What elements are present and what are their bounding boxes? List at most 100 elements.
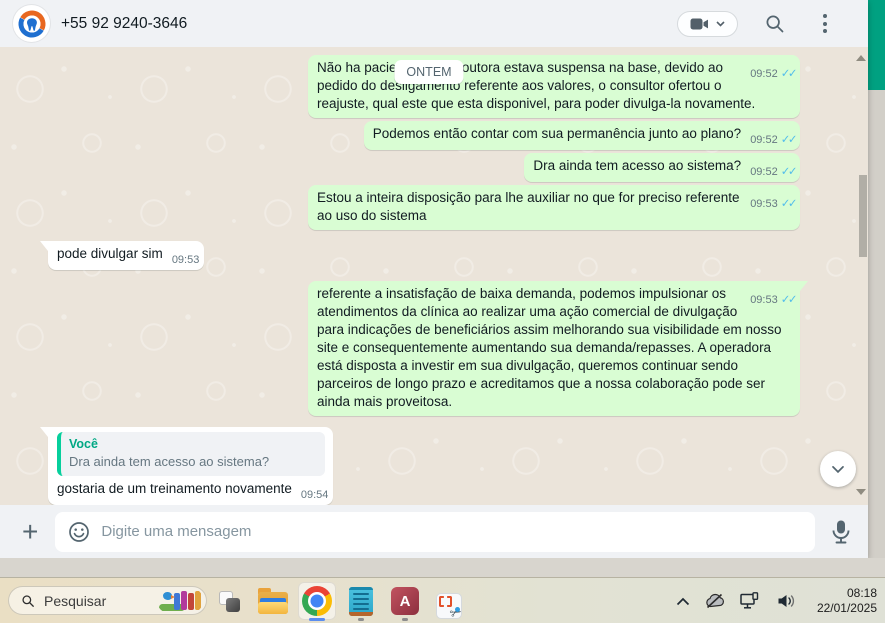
kebab-dot <box>823 29 827 33</box>
message-text: referente a insatisfação de baixa demand… <box>317 286 782 409</box>
video-call-button[interactable] <box>677 10 738 37</box>
access-button[interactable]: A <box>386 582 424 621</box>
windows-taskbar: Pesquisar A ✂ 08:18 22/01/2025 <box>0 577 885 623</box>
incoming-message-bubble[interactable]: Você Dra ainda tem acesso ao sistema? 09:5… <box>39 427 334 505</box>
message-meta: 09:52 ✓✓ <box>750 134 798 147</box>
message-meta: 09:53 ✓✓ <box>750 294 798 307</box>
task-view-button[interactable] <box>210 582 248 620</box>
message-row: 09:52 ✓✓ Dra ainda tem acesso ao sistema? <box>48 153 800 182</box>
read-ticks-icon: ✓✓ <box>780 166 798 178</box>
network-status-button[interactable] <box>740 592 762 610</box>
clock-time: 08:18 <box>846 586 877 600</box>
message-list: 09:52 ✓✓ Não ha pacientes pois doutora est… <box>0 47 868 505</box>
message-row: Você Dra ainda tem acesso ao sistema? 09:5… <box>39 427 800 505</box>
header-actions <box>677 10 838 37</box>
message-text: Podemos então contar com sua permanência… <box>372 126 742 141</box>
snipping-tool-icon: ✂ <box>436 593 465 622</box>
message-meta: 09:54 <box>301 489 329 502</box>
task-view-icon <box>218 590 240 612</box>
read-ticks-icon: ✓✓ <box>780 134 798 146</box>
search-label: Pesquisar <box>44 592 107 609</box>
chevron-up-icon <box>676 597 690 605</box>
outgoing-message-bubble[interactable]: 09:53 ✓✓ referente a insatisfação de baixa… <box>308 281 808 416</box>
message-text: gostaria de um treinamento novamente <box>57 481 292 496</box>
message-time: 09:54 <box>300 489 329 501</box>
message-input-container[interactable] <box>55 511 815 552</box>
search-in-chat-button[interactable] <box>762 11 788 37</box>
microphone-button[interactable] <box>830 519 852 545</box>
file-explorer-button[interactable] <box>254 582 292 620</box>
chevron-down-icon <box>832 466 844 474</box>
search-highlight-image <box>157 588 203 613</box>
message-meta: 09:52 ✓✓ <box>750 166 798 179</box>
snipping-tool-button[interactable]: ✂ <box>430 587 468 623</box>
kebab-dot <box>823 21 827 26</box>
contact-phone-number: +55 92 9240-3646 <box>61 14 188 32</box>
outgoing-message-bubble[interactable]: 09:52 ✓✓ Não ha pacientes pois doutora est… <box>308 55 800 118</box>
message-text: pode divulgar sim <box>57 246 163 261</box>
chevron-down-icon <box>716 20 725 27</box>
message-text: Não ha pacientes pois doutora estava sus… <box>317 60 756 111</box>
clock-date: 22/01/2025 <box>816 601 877 615</box>
scrollbar-down-arrow[interactable] <box>856 489 866 495</box>
taskbar-app-icons: A ✂ <box>210 582 468 623</box>
chat-header[interactable]: +55 92 9240-3646 <box>0 0 868 47</box>
scrollbar-up-arrow[interactable] <box>856 55 866 61</box>
message-row: 09:52 ✓✓ Podemos então contar com sua perm… <box>48 121 800 150</box>
incoming-message-bubble[interactable]: 09:53 pode divulgar sim <box>39 241 205 270</box>
taskbar-clock[interactable]: 08:18 22/01/2025 <box>817 586 877 616</box>
onedrive-slash-icon <box>706 593 724 609</box>
file-explorer-icon <box>258 588 288 614</box>
contact-avatar[interactable] <box>13 5 50 42</box>
message-input[interactable] <box>101 523 803 540</box>
background-window-green-strip <box>868 0 885 90</box>
read-ticks-icon: ✓✓ <box>780 198 798 210</box>
desktop-background-band <box>0 558 885 577</box>
read-ticks-icon: ✓✓ <box>780 294 798 306</box>
taskbar-search-box[interactable]: Pesquisar <box>8 586 207 615</box>
speaker-icon <box>778 595 794 607</box>
message-time: 09:52 <box>750 166 778 178</box>
outgoing-message-bubble[interactable]: 09:53 ✓✓ Estou a inteira disposição para l… <box>308 185 800 230</box>
chat-menu-button[interactable] <box>812 11 838 37</box>
message-time: 09:53 <box>750 198 778 210</box>
message-row: 09:53 ✓✓ referente a insatisfação de baixa… <box>48 281 808 416</box>
message-time: 09:52 <box>750 68 778 80</box>
message-time: 09:53 <box>750 294 778 306</box>
outgoing-message-bubble[interactable]: 09:52 ✓✓ Dra ainda tem acesso ao sistema? <box>524 153 800 182</box>
message-time: 09:52 <box>750 134 778 146</box>
video-camera-icon <box>690 18 708 29</box>
chrome-icon <box>302 586 332 616</box>
bird-icon <box>163 592 175 600</box>
system-tray: 08:18 22/01/2025 <box>676 578 877 623</box>
search-icon <box>766 15 784 32</box>
quote-text: Dra ainda tem acesso ao sistema? <box>69 454 270 469</box>
access-running-indicator <box>402 618 408 621</box>
message-row: 09:53 pode divulgar sim <box>39 241 800 270</box>
date-separator-badge: ONTEM <box>394 60 464 84</box>
message-row: 09:53 ✓✓ Estou a inteira disposição para l… <box>48 185 800 230</box>
onedrive-status-button[interactable] <box>705 593 725 609</box>
volume-button[interactable] <box>777 593 796 609</box>
quote-author: Você <box>69 437 98 451</box>
kebab-dot <box>823 14 827 18</box>
chrome-button[interactable] <box>298 582 336 621</box>
emoji-icon[interactable] <box>67 520 91 544</box>
message-composer: + <box>0 505 868 558</box>
attach-button[interactable]: + <box>20 517 40 546</box>
notepad-running-indicator <box>358 618 364 621</box>
message-meta: 09:53 <box>172 254 200 267</box>
scroll-to-bottom-button[interactable] <box>820 451 856 487</box>
quoted-message[interactable]: Você Dra ainda tem acesso ao sistema? <box>57 432 326 476</box>
pc-network-icon <box>740 592 759 609</box>
chrome-active-indicator <box>309 618 325 621</box>
scrollbar-thumb[interactable] <box>859 175 867 257</box>
show-hidden-icons-button[interactable] <box>676 597 690 606</box>
message-meta: 09:53 ✓✓ <box>750 198 798 211</box>
notepad-button[interactable] <box>342 582 380 621</box>
chat-scroll-area[interactable]: ONTEM 09:52 ✓✓ Não ha pacientes pois douto… <box>0 47 868 505</box>
search-icon <box>22 594 34 607</box>
outgoing-message-bubble[interactable]: 09:52 ✓✓ Podemos então contar com sua perm… <box>363 121 800 150</box>
background-window-gray-area <box>868 90 885 577</box>
desktop-screen: +55 92 9240-3646 ONTEM 09:52 ✓✓ Não ha p… <box>0 0 885 623</box>
